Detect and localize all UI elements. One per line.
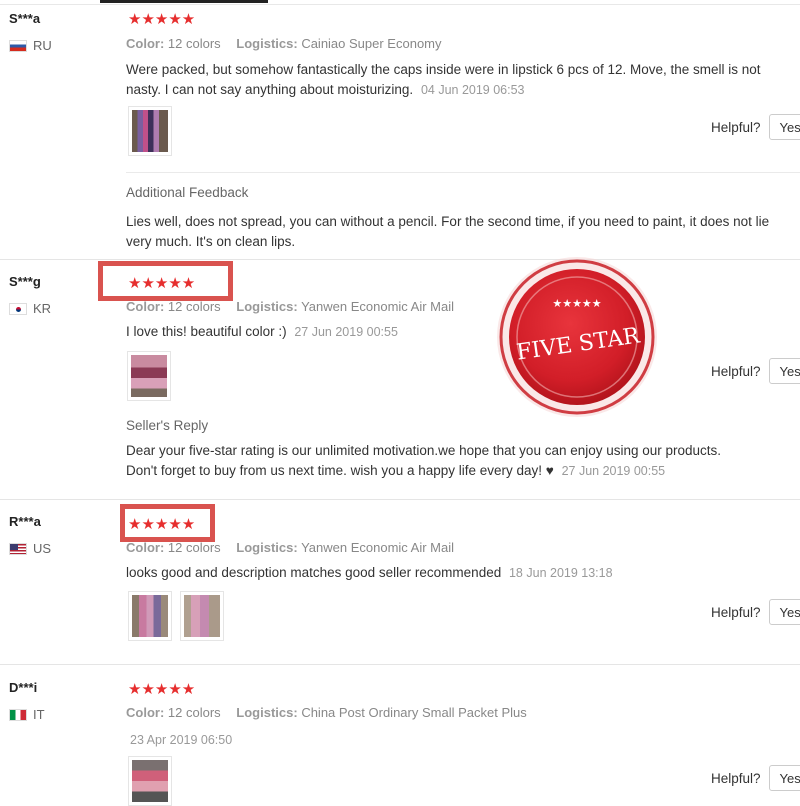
logistics-value: Cainiao Super Economy <box>301 36 442 51</box>
review-body: looks good and description matches good … <box>126 565 502 580</box>
helpful-yes-button[interactable]: Yes ( <box>768 599 800 625</box>
review-meta: Color: 12 colors Logistics: Cainiao Supe… <box>126 36 454 51</box>
seller-reply: Dear your five-star rating is our unlimi… <box>126 441 736 481</box>
review-date: 27 Jun 2019 00:55 <box>294 325 398 339</box>
review-meta: Color: 12 colors Logistics: Yanwen Econo… <box>126 540 466 555</box>
review-photo-thumbnail[interactable] <box>180 591 224 641</box>
review-text: Were packed, but somehow fantastically t… <box>126 60 791 100</box>
review-photo-thumbnail[interactable] <box>128 591 172 641</box>
helpful-label: Helpful? <box>711 604 761 620</box>
review-body: I love this! beautiful color :) <box>126 324 287 339</box>
review-date: 04 Jun 2019 06:53 <box>420 83 525 97</box>
review-photo <box>132 595 168 637</box>
reviewer-name: D***i <box>9 680 38 695</box>
reviewer-country: IT <box>9 707 45 722</box>
helpful-label: Helpful? <box>711 770 761 786</box>
review-item: D***i IT ★★★★★ Color: 12 colors Logistic… <box>0 664 800 806</box>
flag-us-icon <box>9 542 27 555</box>
seller-reply-date: 27 Jun 2019 00:55 <box>561 464 666 478</box>
country-code: KR <box>33 301 52 316</box>
additional-feedback-heading: Additional Feedback <box>126 185 249 200</box>
flag-ru-icon <box>9 39 27 52</box>
review-photo-thumbnail[interactable] <box>128 106 172 156</box>
review-photo <box>184 595 220 637</box>
helpful-vote: Helpful? Yes ( <box>711 358 800 384</box>
helpful-vote: Helpful? Yes ( <box>711 765 800 791</box>
review-date: 23 Apr 2019 06:50 <box>130 733 233 747</box>
flag-it-icon <box>9 708 27 721</box>
logistics-value: Yanwen Economic Air Mail <box>301 540 455 555</box>
additional-feedback-text: Lies well, does not spread, you can with… <box>126 214 770 249</box>
reviewer-country: KR <box>9 301 51 316</box>
country-code: RU <box>33 38 52 53</box>
section-divider <box>126 172 800 173</box>
star-rating: ★★★★★ <box>128 11 196 28</box>
helpful-label: Helpful? <box>711 363 761 379</box>
logistics-label: Logistics: <box>236 36 298 51</box>
helpful-yes-button[interactable]: Yes ( <box>768 765 800 791</box>
helpful-vote: Helpful? Yes ( <box>711 599 800 625</box>
helpful-label: Helpful? <box>711 119 761 135</box>
helpful-yes-button[interactable]: Yes ( <box>768 114 800 140</box>
star-highlight-box <box>98 261 233 301</box>
country-code: US <box>33 541 52 556</box>
color-value: 12 colors <box>167 705 221 720</box>
reviewer-country: RU <box>9 38 52 53</box>
five-star-seal-stamp: ★★★★★ FIVE STAR <box>497 257 657 417</box>
review-item: S***a RU ★★★★★ Color: 12 colors Logistic… <box>0 0 800 260</box>
review-photo <box>132 760 168 802</box>
logistics-label: Logistics: <box>236 705 298 720</box>
star-rating: ★★★★★ <box>128 681 196 698</box>
reviewer-name: R***a <box>9 514 41 529</box>
seller-reply-heading: Seller's Reply <box>126 418 209 433</box>
helpful-vote: Helpful? Yes ( <box>711 114 800 140</box>
star-highlight-box <box>120 504 215 542</box>
review-photo <box>132 110 168 152</box>
color-value: 12 colors <box>167 36 221 51</box>
color-label: Color: <box>126 299 165 314</box>
logistics-value: China Post Ordinary Small Packet Plus <box>301 705 527 720</box>
reviewer-country: US <box>9 541 51 556</box>
color-label: Color: <box>126 36 165 51</box>
color-label: Color: <box>126 705 165 720</box>
flag-kr-icon <box>9 302 27 315</box>
country-code: IT <box>33 707 45 722</box>
review-text: looks good and description matches good … <box>126 563 791 583</box>
reviewer-name: S***a <box>9 11 41 26</box>
logistics-label: Logistics: <box>236 299 298 314</box>
review-text: 23 Apr 2019 06:50 <box>130 730 795 750</box>
review-photo-thumbnail[interactable] <box>128 756 172 806</box>
seal-stars: ★★★★★ <box>552 297 601 310</box>
review-date: 18 Jun 2019 13:18 <box>508 566 613 580</box>
review-photo <box>131 355 167 397</box>
review-meta: Color: 12 colors Logistics: China Post O… <box>126 705 539 720</box>
logistics-label: Logistics: <box>236 540 298 555</box>
helpful-yes-button[interactable]: Yes ( <box>768 358 800 384</box>
logistics-value: Yanwen Economic Air Mail <box>301 299 455 314</box>
review-photo-thumbnail[interactable] <box>127 351 171 401</box>
review-meta: Color: 12 colors Logistics: Yanwen Econo… <box>126 299 466 314</box>
color-value: 12 colors <box>167 540 221 555</box>
reviewer-name: S***g <box>9 274 41 289</box>
color-label: Color: <box>126 540 165 555</box>
review-text: I love this! beautiful color :) 27 Jun 2… <box>126 322 791 342</box>
color-value: 12 colors <box>167 299 221 314</box>
